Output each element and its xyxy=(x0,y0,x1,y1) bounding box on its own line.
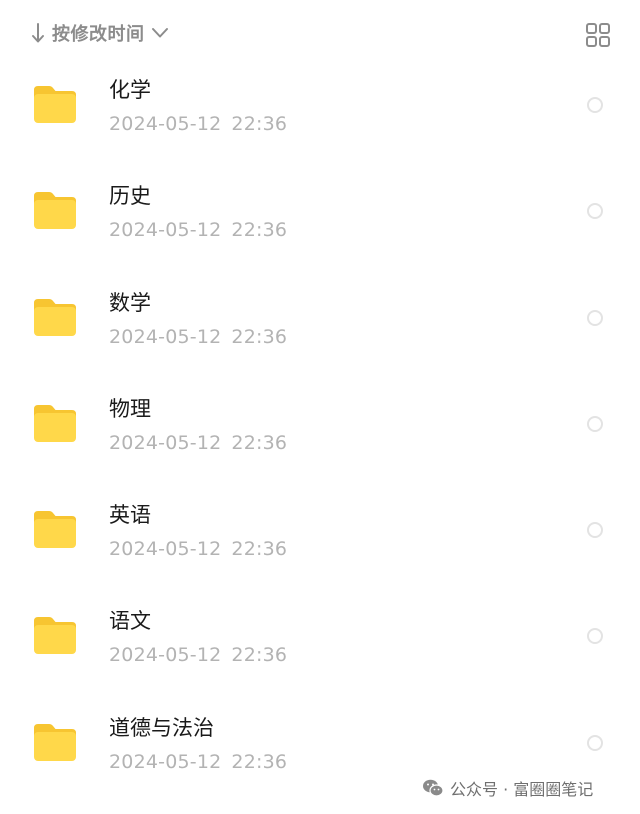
watermark: 公众号 · 富圈圈笔记 xyxy=(422,775,593,801)
select-checkbox[interactable] xyxy=(587,415,603,432)
folder-row[interactable]: 数学 2024-05-12 22:36 xyxy=(0,265,640,371)
folder-row[interactable]: 历史 2024-05-12 22:36 xyxy=(0,158,640,264)
grid-view-button[interactable] xyxy=(584,21,612,49)
folder-icon xyxy=(34,511,76,549)
folder-date: 2024-05-12 xyxy=(109,750,222,773)
folder-modified-time: 2024-05-12 22:36 xyxy=(109,750,287,774)
folder-name: 历史 xyxy=(109,184,151,209)
folder-date: 2024-05-12 xyxy=(109,325,222,348)
folder-time: 22:36 xyxy=(231,644,288,667)
folder-row[interactable]: 英语 2024-05-12 22:36 xyxy=(0,477,640,583)
folder-icon xyxy=(34,298,76,336)
folder-time: 22:36 xyxy=(231,113,288,135)
arrow-down-icon xyxy=(30,21,46,45)
folder-date: 2024-05-12 xyxy=(109,431,222,454)
folder-icon xyxy=(34,192,76,230)
folder-row[interactable]: 物理 2024-05-12 22:36 xyxy=(0,371,640,477)
select-checkbox[interactable] xyxy=(587,97,603,113)
folder-date: 2024-05-12 xyxy=(109,219,222,242)
folder-name: 道德与法治 xyxy=(109,715,214,740)
folder-modified-time: 2024-05-12 22:36 xyxy=(109,431,287,455)
folder-time: 22:36 xyxy=(231,750,288,773)
folder-name: 语文 xyxy=(109,609,151,634)
select-checkbox[interactable] xyxy=(587,734,603,751)
folder-modified-time: 2024-05-12 22:36 xyxy=(109,537,287,561)
folder-list: 化学 2024-05-12 22:36 历史 2024-05-12 22:36 数学 2024… xyxy=(0,52,640,796)
folder-name: 英语 xyxy=(109,503,151,528)
folder-modified-time: 2024-05-12 22:36 xyxy=(109,325,287,349)
folder-time: 22:36 xyxy=(231,538,288,561)
sort-by-modified-button[interactable]: 按修改时间 xyxy=(30,18,169,48)
folder-time: 22:36 xyxy=(231,219,288,242)
folder-date: 2024-05-12 xyxy=(109,113,222,135)
folder-date: 2024-05-12 xyxy=(109,538,222,561)
watermark-text: 公众号 · 富圈圈笔记 xyxy=(450,780,594,799)
folder-icon xyxy=(34,723,76,761)
sort-label: 按修改时间 xyxy=(52,24,145,45)
select-checkbox[interactable] xyxy=(587,628,603,645)
folder-row[interactable]: 语文 2024-05-12 22:36 xyxy=(0,583,640,689)
folder-modified-time: 2024-05-12 22:36 xyxy=(109,643,287,667)
folder-name: 化学 xyxy=(109,78,151,102)
folder-name: 物理 xyxy=(109,396,151,421)
folder-icon xyxy=(34,404,76,442)
folder-modified-time: 2024-05-12 22:36 xyxy=(109,218,287,242)
wechat-icon xyxy=(423,779,444,797)
folder-time: 22:36 xyxy=(231,325,288,348)
select-checkbox[interactable] xyxy=(587,203,603,220)
chevron-down-icon xyxy=(151,24,169,42)
folder-date: 2024-05-12 xyxy=(109,644,222,667)
folder-icon xyxy=(34,617,76,655)
folder-name: 数学 xyxy=(109,290,151,315)
folder-row[interactable]: 化学 2024-05-12 22:36 xyxy=(0,52,640,158)
folder-time: 22:36 xyxy=(231,431,288,454)
folder-modified-time: 2024-05-12 22:36 xyxy=(109,112,287,136)
folder-icon xyxy=(34,86,76,123)
select-checkbox[interactable] xyxy=(587,309,603,326)
select-checkbox[interactable] xyxy=(587,522,603,539)
grid-view-icon xyxy=(586,23,610,47)
